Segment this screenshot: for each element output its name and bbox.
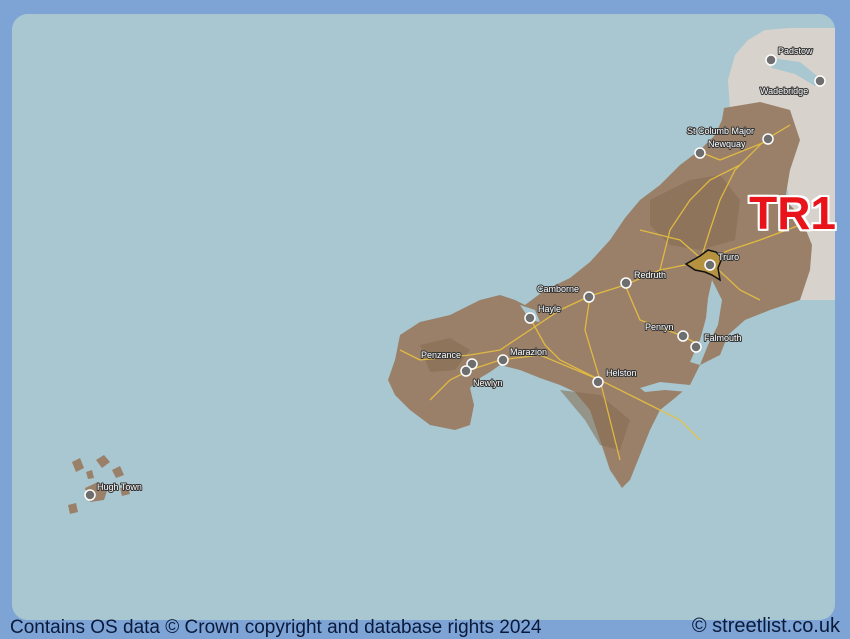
town-label-penryn: Penryn	[645, 322, 674, 332]
town-dot-hugh-town[interactable]	[84, 489, 96, 501]
town-dot-helston[interactable]	[592, 376, 604, 388]
town-label-marazion: Marazion	[510, 347, 547, 357]
town-label-helston: Helston	[606, 368, 637, 378]
map-svg: Padstow Wadebridge St Columb Major Newqu…	[12, 14, 835, 620]
town-label-wadebridge: Wadebridge	[760, 86, 808, 96]
map-frame: Padstow Wadebridge St Columb Major Newqu…	[0, 0, 850, 638]
town-dot-wadebridge[interactable]	[814, 75, 826, 87]
map-canvas[interactable]: Padstow Wadebridge St Columb Major Newqu…	[12, 14, 835, 620]
town-dot-marazion[interactable]	[497, 354, 509, 366]
town-dot-newlyn[interactable]	[460, 365, 472, 377]
town-label-camborne: Camborne	[537, 284, 579, 294]
town-dot-falmouth[interactable]	[690, 341, 702, 353]
town-label-hayle: Hayle	[538, 304, 561, 314]
town-dot-camborne[interactable]	[583, 291, 595, 303]
town-label-falmouth: Falmouth	[704, 333, 742, 343]
town-label-redruth: Redruth	[634, 270, 666, 280]
postcode-label: TR1	[749, 187, 836, 239]
town-dot-truro[interactable]	[704, 259, 716, 271]
town-label-penzance: Penzance	[421, 350, 461, 360]
town-dot-padstow[interactable]	[765, 54, 777, 66]
town-dot-penryn[interactable]	[677, 330, 689, 342]
town-label-newquay: Newquay	[708, 139, 746, 149]
town-label-truro: Truro	[718, 252, 739, 262]
town-label-newlyn: Newlyn	[473, 378, 503, 388]
town-label-padstow: Padstow	[778, 46, 813, 56]
town-label-st-columb-major: St Columb Major	[687, 126, 754, 136]
site-credit[interactable]: © streetlist.co.uk	[692, 615, 840, 638]
town-label-hugh-town: Hugh Town	[97, 482, 142, 492]
town-dot-st-columb-major[interactable]	[762, 133, 774, 145]
town-dot-redruth[interactable]	[620, 277, 632, 289]
town-dot-hayle[interactable]	[524, 312, 536, 324]
attribution-text: Contains OS data © Crown copyright and d…	[10, 617, 542, 638]
town-dot-newquay[interactable]	[694, 147, 706, 159]
